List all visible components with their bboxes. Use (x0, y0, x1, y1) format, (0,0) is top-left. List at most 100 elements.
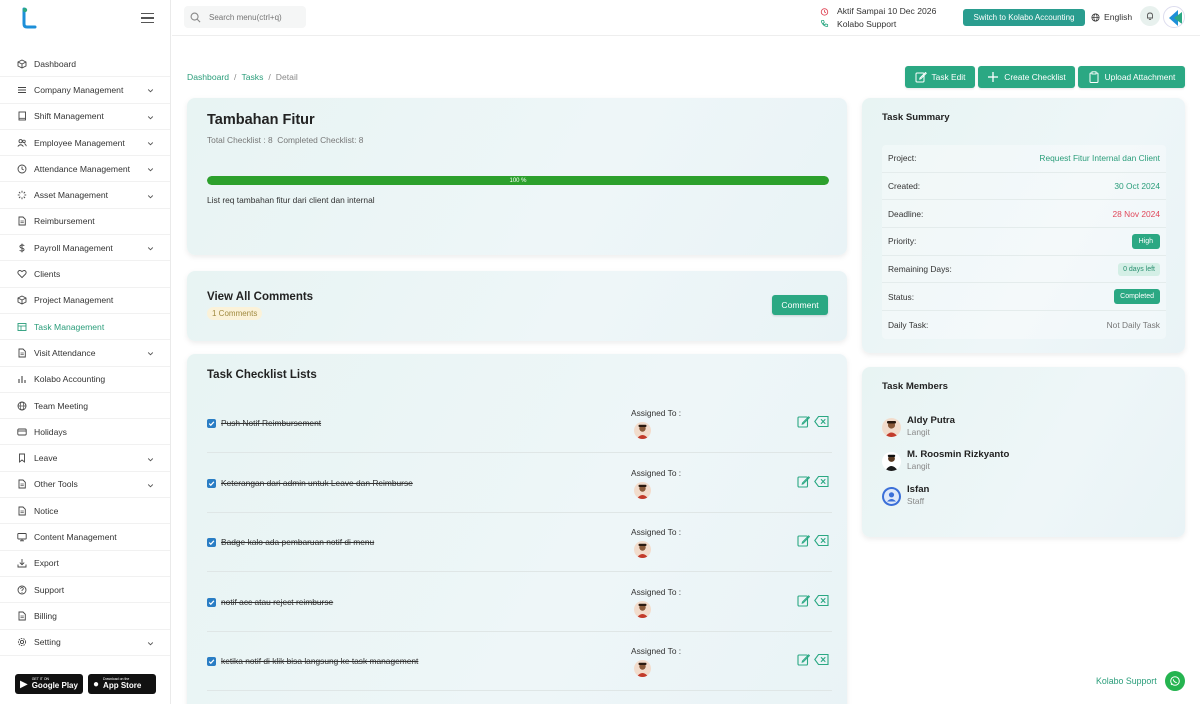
delete-icon[interactable] (814, 534, 829, 547)
sidebar-item-holidays[interactable]: Holidays (0, 419, 170, 446)
help-circle-icon (16, 584, 27, 595)
sidebar-item-leave[interactable]: Leave (0, 445, 170, 472)
member-item[interactable]: Aldy Putra Langit (882, 415, 955, 437)
sidebar-item-project-management[interactable]: Project Management (0, 288, 170, 314)
sidebar-item-task-management[interactable]: Task Management (0, 314, 170, 341)
sidebar-item-label: Clients (34, 269, 61, 280)
active-until-text: Aktif Sampai 10 Dec 2026 (837, 6, 937, 16)
sidebar-item-payroll-management[interactable]: Payroll Management (0, 235, 170, 262)
menu-toggle-icon[interactable] (141, 13, 154, 23)
sidebar-item-visit-attendance[interactable]: Visit Attendance (0, 340, 170, 367)
sidebar-item-reimbursement[interactable]: Reimbursement (0, 209, 170, 236)
sidebar-item-company-management[interactable]: Company Management (0, 77, 170, 104)
delete-icon[interactable] (814, 415, 829, 428)
avatar[interactable] (634, 481, 651, 499)
sidebar-item-label: Employee Management (34, 137, 125, 148)
sidebar-item-label: Asset Management (34, 190, 109, 201)
switch-accounting-button[interactable]: Switch to Kolabo Accounting (963, 9, 1085, 26)
assigned-to-label: Assigned To : (631, 586, 682, 597)
breadcrumb: Dashboard / Tasks / Detail (187, 72, 298, 82)
member-item[interactable]: M. Roosmin Rizkyanto Langit (882, 449, 1009, 471)
floating-support-button[interactable]: Kolabo Support (1096, 671, 1185, 691)
create-checklist-button[interactable]: Create Checklist (978, 66, 1075, 88)
summary-priority-row: Priority: High (882, 228, 1166, 256)
sidebar-item-attendance-management[interactable]: Attendance Management (0, 156, 170, 183)
chevron-down-icon[interactable] (147, 139, 154, 146)
chevron-down-icon[interactable] (147, 113, 154, 120)
comments-title[interactable]: View All Comments (207, 291, 313, 303)
chevron-down-icon[interactable] (147, 86, 154, 93)
breadcrumb-tasks[interactable]: Tasks (241, 72, 263, 82)
checklist-checkbox[interactable] (207, 538, 216, 547)
google-play-badge[interactable]: ▶ GET IT ON Google Play (15, 674, 83, 694)
avatar[interactable] (634, 600, 651, 618)
project-link[interactable]: Request Fitur Internal dan Client (1039, 153, 1160, 163)
sidebar-item-asset-management[interactable]: Asset Management (0, 182, 170, 209)
sidebar-item-billing[interactable]: Billing (0, 603, 170, 630)
play-icon: ▶ (20, 678, 28, 690)
sidebar-item-label: Company Management (34, 84, 124, 95)
chevron-down-icon[interactable] (147, 455, 154, 462)
heart-icon (16, 269, 27, 280)
chevron-down-icon[interactable] (147, 192, 154, 199)
sidebar-item-kolabo-accounting[interactable]: Kolabo Accounting (0, 367, 170, 393)
edit-icon[interactable] (797, 594, 811, 607)
sidebar-item-export[interactable]: Export (0, 551, 170, 577)
app-store-badge[interactable]: ● Download on the App Store (88, 674, 156, 694)
checklist-checkbox[interactable] (207, 478, 216, 488)
checklist-item-text: Badge kalo ada pembaruan notif di menu (221, 537, 375, 547)
checklist-checkbox[interactable] (207, 597, 216, 607)
task-edit-button[interactable]: Task Edit (905, 66, 975, 88)
sidebar-item-other-tools[interactable]: Other Tools (0, 472, 170, 499)
brand-logo[interactable] (16, 7, 38, 29)
chevron-down-icon[interactable] (147, 349, 154, 356)
chevron-down-icon[interactable] (147, 481, 154, 488)
upload-attachment-button[interactable]: Upload Attachment (1078, 66, 1185, 88)
sidebar-item-content-management[interactable]: Content Management (0, 524, 170, 551)
avatar[interactable] (634, 422, 651, 439)
member-item[interactable]: Isfan Staff (882, 484, 929, 506)
delete-icon[interactable] (814, 653, 829, 666)
search-input[interactable] (209, 12, 299, 22)
search-box[interactable] (184, 6, 306, 28)
status-badge: Completed (1114, 289, 1160, 305)
avatar[interactable] (634, 541, 651, 558)
language-selector[interactable]: English (1091, 12, 1132, 22)
bookmark-icon (16, 453, 27, 464)
delete-icon[interactable] (814, 594, 829, 607)
avatar[interactable] (634, 660, 651, 677)
edit-icon[interactable] (797, 415, 811, 428)
checklist-item: Badge kalo ada pembaruan notif di menu As… (207, 513, 832, 572)
breadcrumb-dashboard[interactable]: Dashboard (187, 72, 229, 82)
edit-icon[interactable] (797, 653, 811, 666)
notification-bell-icon[interactable] (1140, 6, 1160, 26)
edit-icon[interactable] (797, 534, 811, 547)
chevron-down-icon[interactable] (147, 639, 154, 646)
sidebar-item-employee-management[interactable]: Employee Management (0, 130, 170, 157)
company-avatar[interactable] (1163, 6, 1185, 28)
chevron-down-icon[interactable] (147, 244, 154, 251)
sidebar-item-label: Team Meeting (34, 400, 88, 411)
sidebar-item-support[interactable]: Support (0, 577, 170, 604)
task-header-card: Tambahan Fitur Total Checklist : 8 Compl… (187, 98, 847, 255)
google-play-text: Google Play (31, 680, 78, 690)
comment-button[interactable]: Comment (772, 295, 828, 315)
user-placeholder-icon (882, 487, 901, 506)
sidebar-item-notice[interactable]: Notice (0, 498, 170, 525)
sidebar-item-shift-management[interactable]: Shift Management (0, 104, 170, 130)
chevron-down-icon[interactable] (147, 165, 154, 172)
sidebar-item-team-meeting[interactable]: Team Meeting (0, 393, 170, 420)
table-icon (16, 321, 27, 332)
sidebar-item-setting[interactable]: Setting (0, 630, 170, 656)
whatsapp-icon (1164, 671, 1185, 691)
sidebar-item-label: Support (34, 584, 65, 595)
sidebar-item-clients[interactable]: Clients (0, 261, 170, 288)
checklist-checkbox[interactable] (207, 419, 216, 428)
checklist-checkbox[interactable] (207, 657, 216, 666)
loader-icon (16, 190, 27, 201)
delete-icon[interactable] (814, 475, 829, 488)
summary-table: Project: Request Fitur Internal dan Clien… (882, 145, 1166, 339)
sidebar-item-dashboard[interactable]: Dashboard (0, 51, 170, 78)
edit-icon[interactable] (797, 475, 811, 488)
file-icon (16, 479, 27, 490)
